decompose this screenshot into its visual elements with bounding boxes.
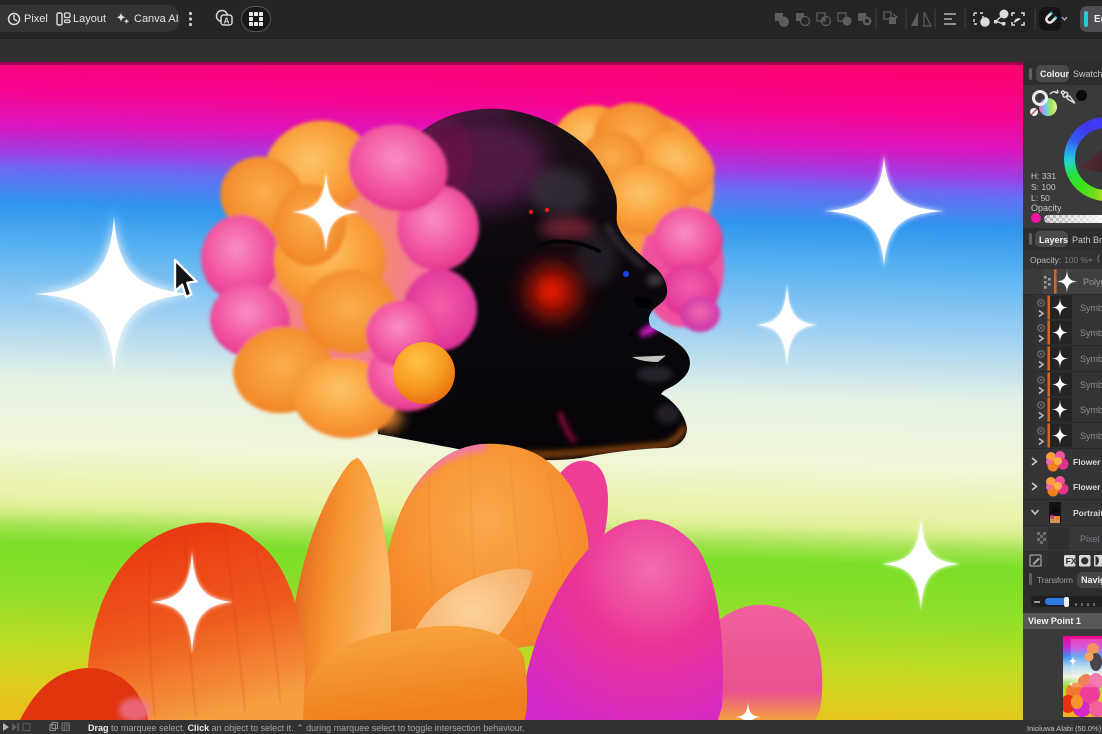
svg-text:Flower co: Flower co: [1073, 482, 1102, 492]
svg-text:Polyg: Polyg: [1083, 277, 1102, 287]
svg-text:Pixel: Pixel: [1080, 534, 1100, 544]
svg-text:A: A: [224, 16, 230, 25]
svg-text:L: 50: L: 50: [1031, 193, 1050, 203]
svg-text:Flower ha: Flower ha: [1073, 457, 1102, 467]
svg-text:S: 100: S: 100: [1031, 182, 1056, 192]
svg-text:Portrait: Portrait: [1073, 508, 1102, 518]
svg-text:H: 331: H: 331: [1031, 171, 1056, 181]
svg-text:FX: FX: [1066, 556, 1077, 566]
